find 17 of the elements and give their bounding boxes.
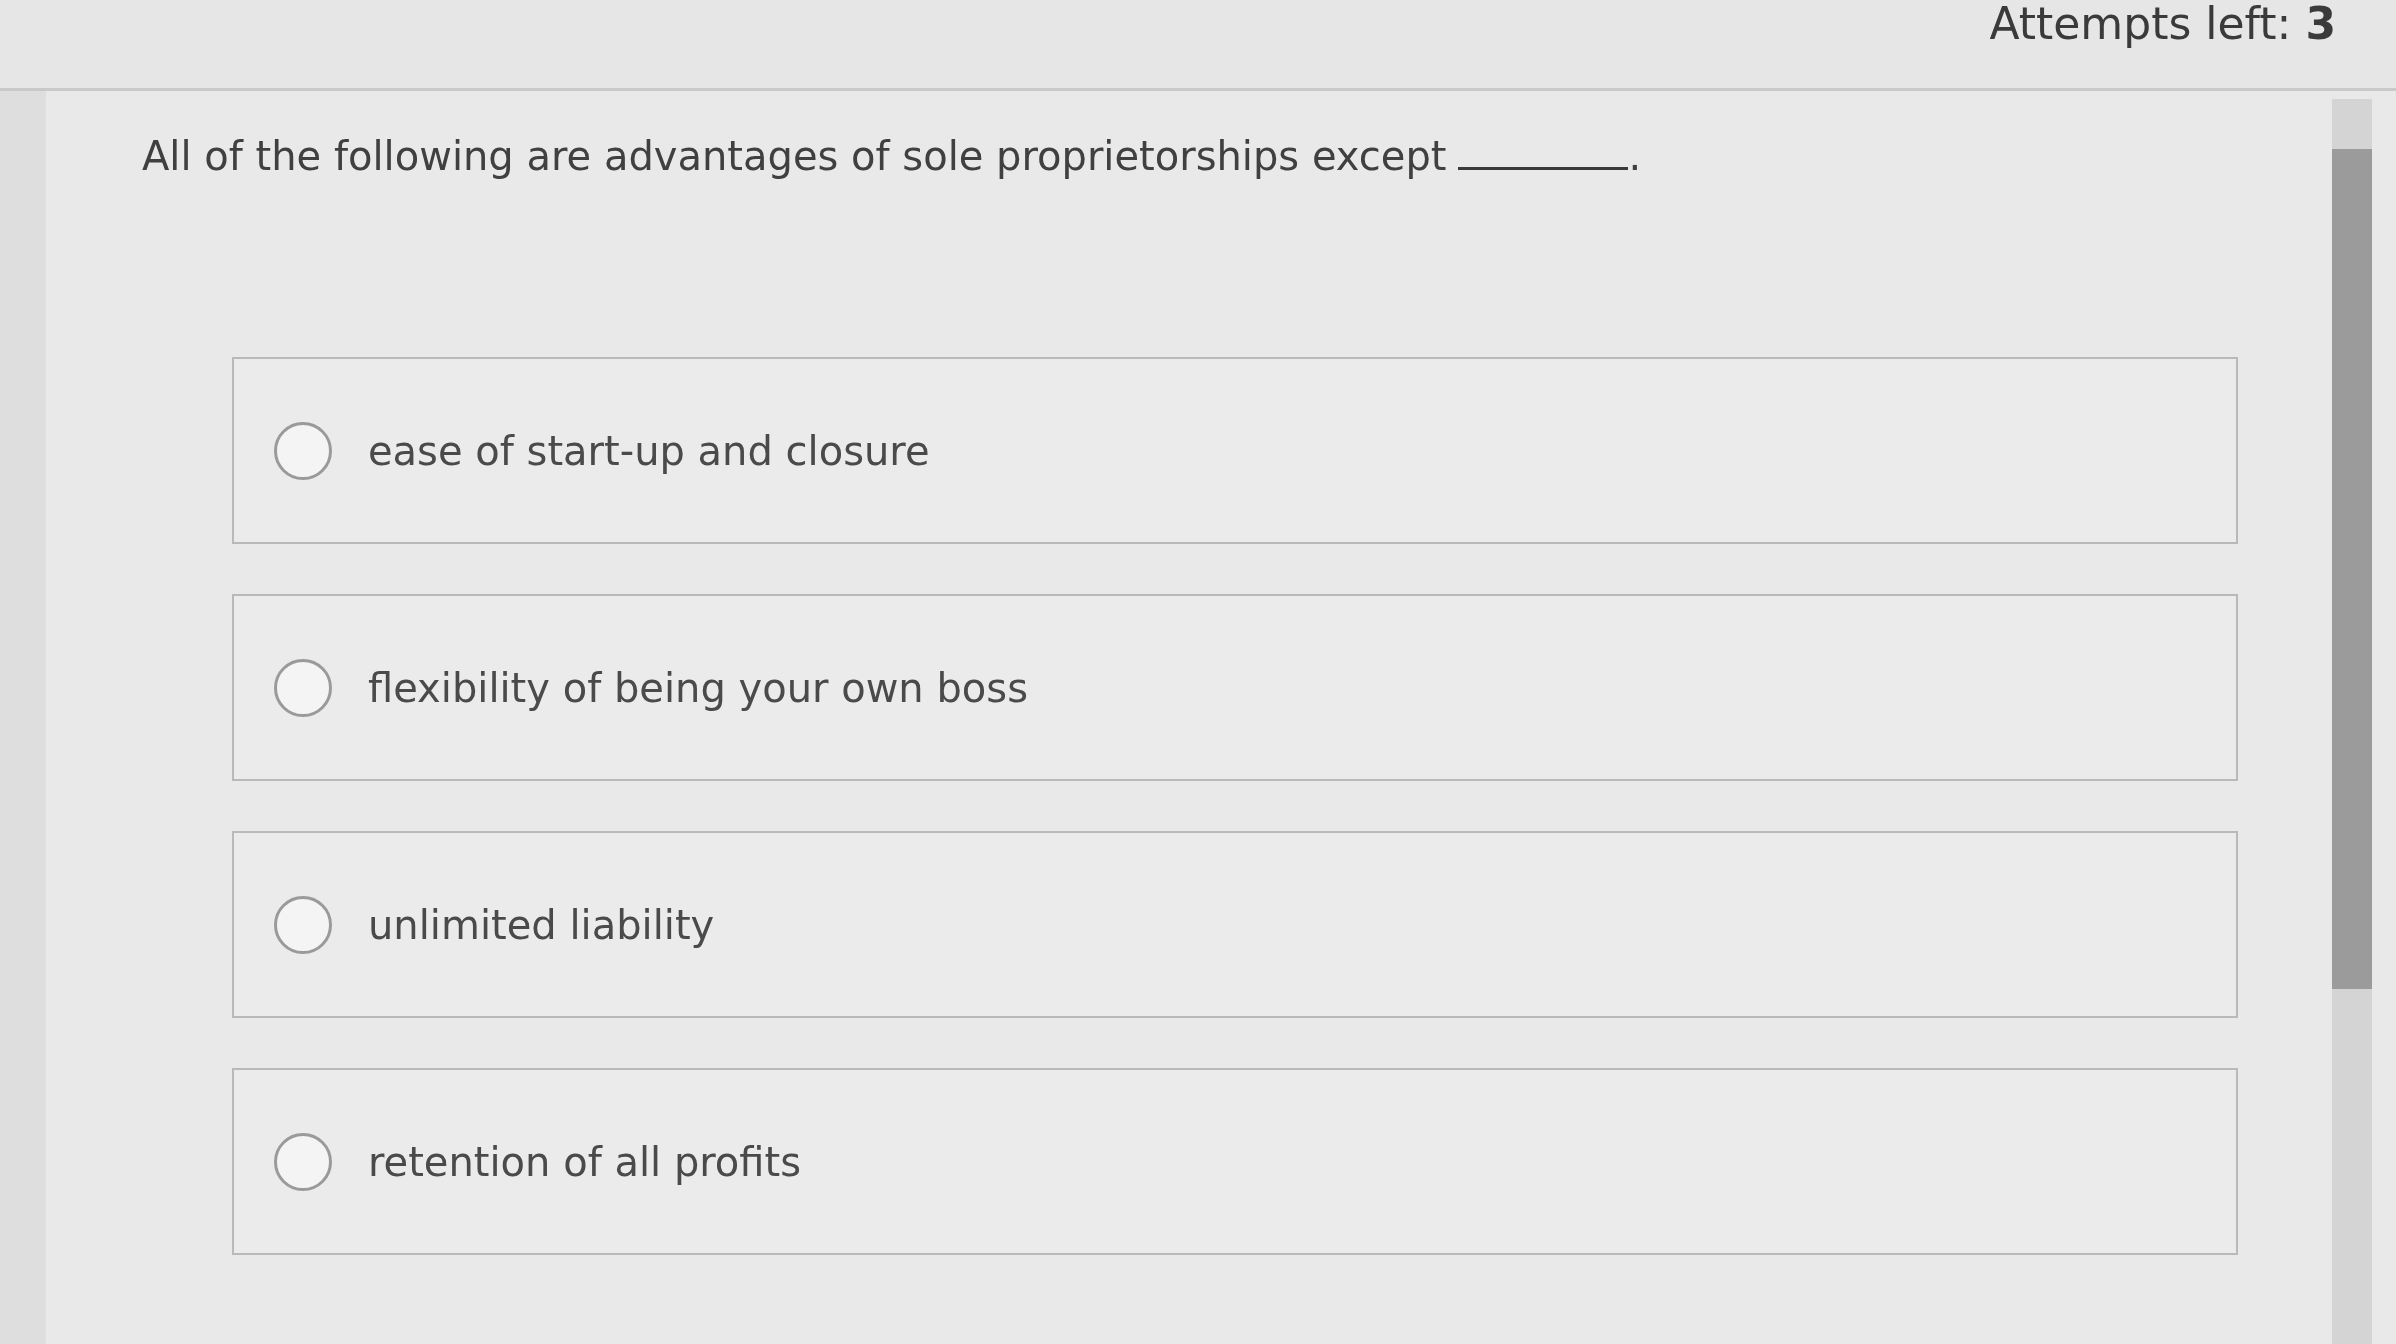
option-label: flexibility of being your own boss: [368, 664, 1028, 711]
radio-button[interactable]: [274, 658, 332, 717]
question-text: All of the following are advantages of sole proprietorships except: [142, 133, 1447, 179]
scrollbar-thumb[interactable]: [2332, 149, 2372, 989]
answer-option[interactable]: unlimited liability: [232, 831, 2238, 1018]
answer-option[interactable]: ease of start-up and closure: [232, 357, 2238, 544]
radio-button[interactable]: [274, 421, 332, 480]
answer-option[interactable]: retention of all profits: [232, 1068, 2238, 1255]
radio-button[interactable]: [274, 895, 332, 954]
option-label: ease of start-up and closure: [368, 427, 930, 474]
option-label: retention of all profits: [368, 1138, 802, 1185]
radio-button[interactable]: [274, 1132, 332, 1191]
question-period: .: [1628, 133, 1642, 179]
attempts-left-text: Attempts left: 3: [1989, 2, 2336, 46]
scrollbar-track[interactable]: [2332, 99, 2372, 1344]
answer-option[interactable]: flexibility of being your own boss: [232, 594, 2238, 781]
option-label: unlimited liability: [368, 901, 715, 948]
